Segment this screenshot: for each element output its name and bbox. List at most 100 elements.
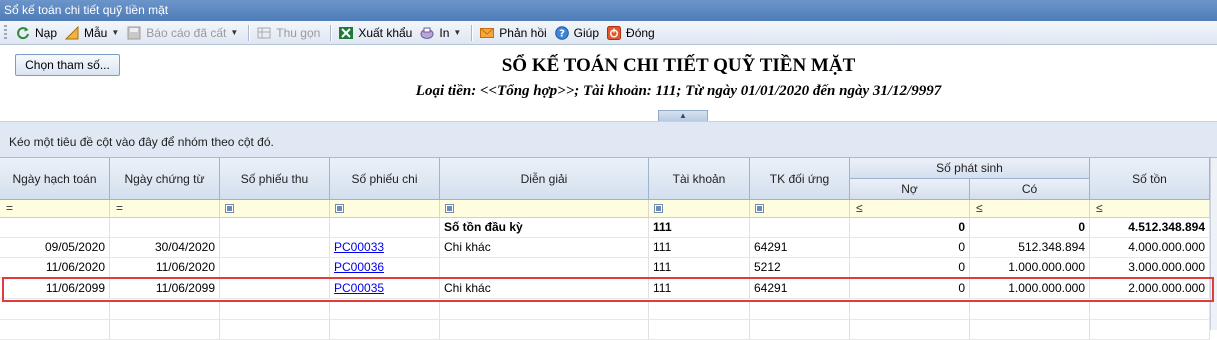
cell-ngay-chung-tu	[110, 218, 220, 238]
col-header-co[interactable]: Có	[970, 179, 1090, 200]
cell-ngay-chung-tu: 11/06/2020	[110, 258, 220, 278]
cell-so-phieu-thu	[220, 218, 330, 238]
cell-so-phieu-thu	[220, 238, 330, 258]
filter-co[interactable]: ≤	[970, 200, 1090, 218]
filter-operator-icon	[445, 204, 454, 213]
col-header-no[interactable]: Nợ	[850, 179, 970, 200]
cell-dien-giai: Chi khác	[440, 238, 649, 258]
empty-cell	[970, 320, 1090, 340]
collapse-icon	[257, 26, 271, 40]
filter-ngay-chung-tu[interactable]: =	[110, 200, 220, 218]
cell-ngay-hach-toan: 11/06/2099	[0, 279, 110, 299]
empty-cell	[750, 320, 850, 340]
col-header-so-ton[interactable]: Số tồn	[1090, 158, 1210, 200]
voucher-link[interactable]: PC00033	[334, 240, 384, 254]
cell-ngay-chung-tu: 30/04/2020	[110, 238, 220, 258]
table-row[interactable]: 09/05/2020 30/04/2020 PC00033 Chi khác 1…	[0, 238, 1217, 258]
collapse-header-button[interactable]: ▲	[658, 110, 708, 121]
col-header-so-phieu-chi[interactable]: Số phiếu chi	[330, 158, 440, 200]
toolbar-separator	[471, 24, 473, 41]
cell-dien-giai: Số tồn đầu kỳ	[440, 218, 649, 238]
cell-so-ton: 3.000.000.000	[1090, 258, 1210, 278]
saved-report-button[interactable]: Báo cáo đã cất ▼	[124, 23, 241, 43]
filter-row: = = ≤ ≤ ≤	[0, 200, 1217, 218]
empty-cell	[850, 300, 970, 320]
filter-so-phieu-thu[interactable]	[220, 200, 330, 218]
cell-tk-doi-ung: 64291	[750, 279, 850, 299]
cell-tai-khoan: 111	[649, 258, 750, 278]
filter-ngay-hach-toan[interactable]: =	[0, 200, 110, 218]
col-header-tk-doi-ung[interactable]: TK đối ứng	[750, 158, 850, 200]
col-header-so-phat-sinh[interactable]: Số phát sinh	[850, 158, 1090, 179]
filter-operator-icon	[225, 204, 234, 213]
filter-tk-doi-ung[interactable]	[750, 200, 850, 218]
cell-co: 1.000.000.000	[970, 258, 1090, 278]
help-button[interactable]: ? Giúp	[552, 23, 602, 43]
empty-cell	[649, 320, 750, 340]
grid-header: Ngày hạch toán Ngày chứng từ Số phiếu th…	[0, 158, 1217, 200]
table-row[interactable]: Số tồn đầu kỳ 111 0 0 4.512.348.894	[0, 218, 1217, 238]
chevron-down-icon: ▼	[111, 28, 120, 37]
toolbar-separator	[330, 24, 332, 41]
group-by-hint: Kéo một tiêu đề cột vào đây để nhóm theo…	[9, 135, 274, 149]
empty-cell	[0, 300, 110, 320]
vertical-scrollbar[interactable]	[1210, 158, 1217, 330]
empty-row	[0, 320, 1217, 340]
toolbar-grip[interactable]	[4, 24, 7, 41]
voucher-link[interactable]: PC00035	[334, 281, 384, 295]
template-icon	[65, 25, 79, 40]
print-button[interactable]: In ▼	[417, 23, 464, 43]
cell-so-ton: 2.000.000.000	[1090, 279, 1210, 299]
cell-tk-doi-ung: 5212	[750, 258, 850, 278]
filter-no[interactable]: ≤	[850, 200, 970, 218]
empty-cell	[970, 300, 1090, 320]
template-button[interactable]: Mẫu ▼	[62, 23, 122, 43]
close-icon	[607, 25, 622, 40]
empty-cell	[440, 320, 649, 340]
collapse-button[interactable]: Thu gọn	[254, 23, 323, 43]
cell-dien-giai: Chi khác	[440, 279, 649, 299]
filter-so-ton[interactable]: ≤	[1090, 200, 1210, 218]
excel-icon	[339, 26, 354, 40]
close-button[interactable]: Đóng	[604, 23, 658, 43]
empty-cell	[330, 300, 440, 320]
empty-cell	[110, 320, 220, 340]
col-header-tai-khoan[interactable]: Tài khoản	[649, 158, 750, 200]
feedback-button[interactable]: Phản hồi	[477, 23, 549, 43]
empty-cell	[330, 320, 440, 340]
cell-so-phieu-thu	[220, 279, 330, 299]
cell-so-ton: 4.000.000.000	[1090, 238, 1210, 258]
filter-operator-icon	[335, 204, 344, 213]
cell-so-phieu-chi	[330, 218, 440, 238]
col-header-ngay-chung-tu[interactable]: Ngày chứng từ	[110, 158, 220, 200]
saved-report-icon	[127, 26, 141, 40]
cell-so-phieu-chi: PC00035	[330, 279, 440, 299]
cell-co: 512.348.894	[970, 238, 1090, 258]
empty-cell	[1090, 300, 1210, 320]
reload-button[interactable]: Nạp	[13, 23, 60, 43]
table-row[interactable]: 11/06/2099 11/06/2099 PC00035 Chi khác 1…	[0, 279, 1217, 299]
filter-dien-giai[interactable]	[440, 200, 649, 218]
voucher-link[interactable]: PC00036	[334, 260, 384, 274]
filter-operator-icon	[654, 204, 663, 213]
col-header-so-phieu-thu[interactable]: Số phiếu thu	[220, 158, 330, 200]
table-row[interactable]: 11/06/2020 11/06/2020 PC00036 111 5212 0…	[0, 258, 1217, 278]
toolbar-separator	[248, 24, 250, 41]
report-subtitle: Loại tiền: <<Tổng hợp>>; Tài khoản: 111;…	[415, 83, 942, 99]
col-header-dien-giai[interactable]: Diễn giải	[440, 158, 649, 200]
cell-ngay-chung-tu: 11/06/2099	[110, 279, 220, 299]
filter-tai-khoan[interactable]	[649, 200, 750, 218]
group-by-panel[interactable]: Kéo một tiêu đề cột vào đây để nhóm theo…	[0, 122, 1217, 158]
empty-cell	[649, 300, 750, 320]
refresh-icon	[16, 26, 30, 40]
export-button[interactable]: Xuất khẩu	[336, 23, 415, 43]
filter-so-phieu-chi[interactable]	[330, 200, 440, 218]
cell-ngay-hach-toan: 09/05/2020	[0, 238, 110, 258]
empty-cell	[1090, 320, 1210, 340]
cell-tai-khoan: 111	[649, 279, 750, 299]
cell-no: 0	[850, 279, 970, 299]
report-header-area: Chọn tham số... SỔ KẾ TOÁN CHI TIẾT QUỸ …	[0, 46, 1217, 122]
report-title: SỔ KẾ TOÁN CHI TIẾT QUỸ TIỀN MẶT	[501, 55, 856, 76]
col-header-ngay-hach-toan[interactable]: Ngày hạch toán	[0, 158, 110, 200]
toolbar: Nạp Mẫu ▼ Báo cáo đã cất ▼ Thu gọn Xuất kh…	[0, 21, 1217, 45]
